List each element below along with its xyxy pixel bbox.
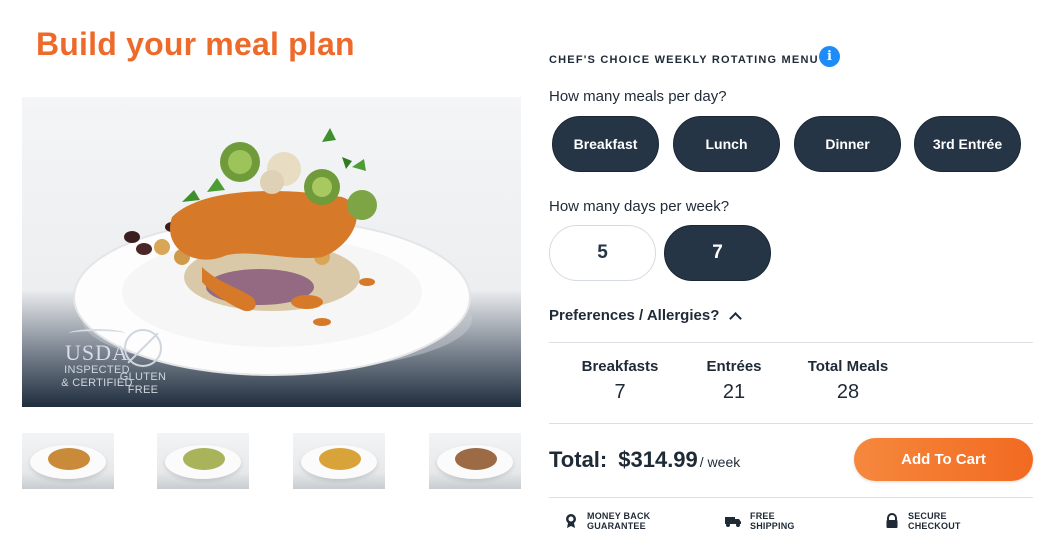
price-period: / week <box>699 454 741 470</box>
breakfasts-stat: Breakfasts 7 <box>581 358 659 403</box>
thumbnail-1[interactable] <box>22 433 114 489</box>
total-meals-stat: Total Meals 28 <box>807 358 889 403</box>
thumbnail-food <box>455 448 497 470</box>
thumbnail-2[interactable] <box>157 433 249 489</box>
days-per-week-question: How many days per week? <box>549 198 730 215</box>
thumbnail-4[interactable] <box>429 433 521 489</box>
meals-per-day-question: How many meals per day? <box>549 88 727 105</box>
money-back-guarantee: MONEY BACK GUARANTEE <box>563 511 657 531</box>
thumbnail-food <box>48 448 90 470</box>
day-option-5[interactable]: 5 <box>549 225 656 281</box>
divider <box>549 423 1033 424</box>
thumbnail-3[interactable] <box>293 433 385 489</box>
meal-option-lunch[interactable]: Lunch <box>673 116 780 172</box>
total-price: $314.99 <box>618 447 698 472</box>
day-option-7[interactable]: 7 <box>664 225 771 281</box>
gluten-free-icon <box>124 329 162 367</box>
secure-checkout: SECURE CHECKOUT <box>884 511 978 531</box>
meal-option-dinner[interactable]: Dinner <box>794 116 901 172</box>
free-shipping: FREE SHIPPING <box>724 511 820 531</box>
info-icon[interactable]: i <box>819 46 840 67</box>
meal-option-breakfast[interactable]: Breakfast <box>552 116 659 172</box>
thumbnail-food <box>183 448 225 470</box>
chevron-up-icon <box>729 312 743 325</box>
chef-choice-label: CHEF'S CHOICE WEEKLY ROTATING MENU <box>549 54 819 66</box>
meal-option-3rd-entree[interactable]: 3rd Entrée <box>914 116 1021 172</box>
gluten-free-badge: GLUTEN FREE <box>114 329 172 397</box>
add-to-cart-button[interactable]: Add To Cart <box>854 438 1033 481</box>
page-title: Build your meal plan <box>36 26 355 62</box>
order-total: Total: $314.99 / week <box>549 447 740 473</box>
divider <box>549 497 1033 498</box>
entrees-stat: Entrées 21 <box>706 358 762 403</box>
truck-icon <box>725 517 741 527</box>
award-ribbon-icon <box>566 514 576 528</box>
lock-icon <box>886 513 898 528</box>
divider <box>549 342 1033 343</box>
meal-hero-image: USDA INSPECTED & CERTIFIED GLUTEN FREE <box>22 97 521 407</box>
preferences-label: Preferences / Allergies? <box>549 307 720 324</box>
total-label: Total: <box>549 447 608 472</box>
thumbnail-food <box>319 448 361 470</box>
preferences-allergies-toggle[interactable]: Preferences / Allergies? <box>549 307 743 325</box>
